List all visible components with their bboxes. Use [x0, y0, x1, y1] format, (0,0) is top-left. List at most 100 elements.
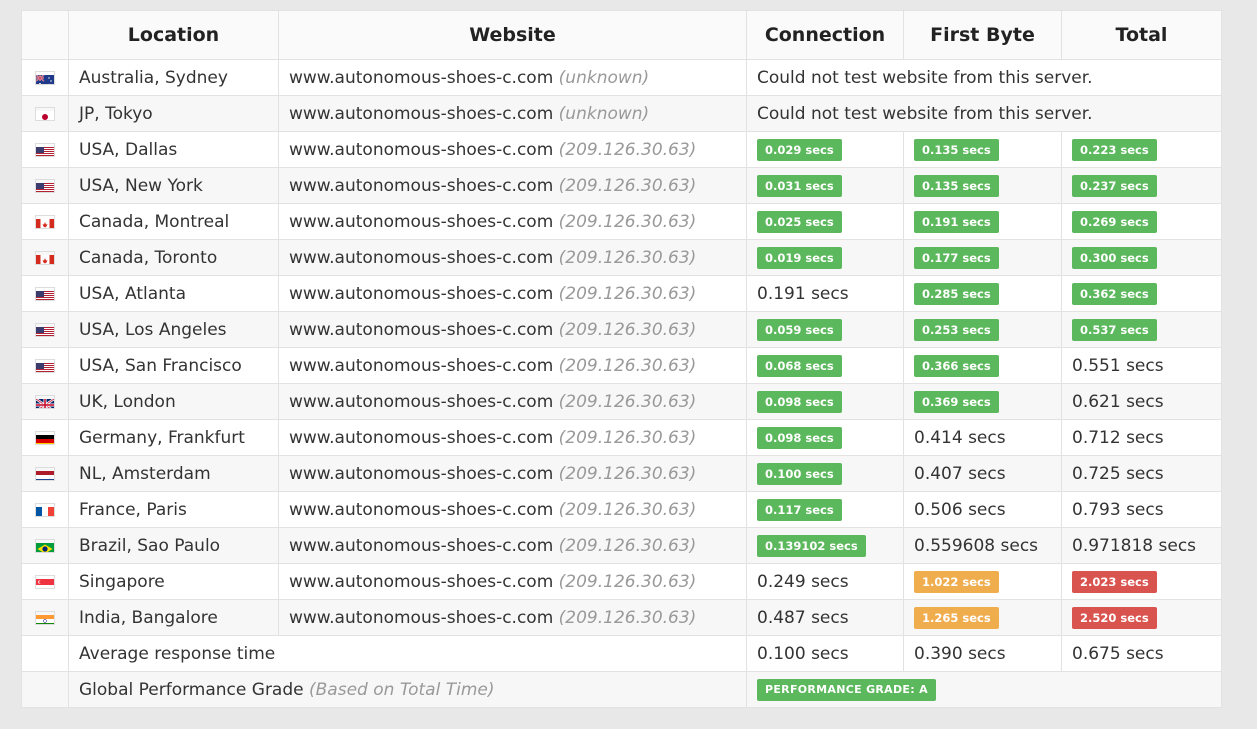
total-badge: 0.300 secs — [1072, 246, 1157, 269]
first-byte-cell: 0.369 secs — [903, 383, 1062, 420]
flag-cell — [21, 455, 69, 492]
flag-cell — [21, 131, 69, 168]
flag-cell — [21, 383, 69, 420]
total-cell: 0.971818 secs — [1061, 527, 1222, 564]
total-badge: 0.269 secs — [1072, 210, 1157, 233]
total-cell: 0.237 secs — [1061, 167, 1222, 204]
flag-cell — [21, 275, 69, 312]
first-byte-cell: 0.285 secs — [903, 275, 1062, 312]
flag-cell — [21, 491, 69, 528]
us-flag-icon — [36, 288, 54, 300]
location-cell: NL, Amsterdam — [68, 455, 279, 492]
us-flag-icon — [36, 180, 54, 192]
total-cell: 0.362 secs — [1061, 275, 1222, 312]
jp-flag-icon — [36, 108, 54, 120]
au-flag-icon — [36, 72, 54, 84]
website-cell: www.autonomous-shoes-c.com (209.126.30.6… — [278, 311, 747, 348]
table-row: USA, Atlanta www.autonomous-shoes-c.com (… — [21, 275, 1222, 312]
first-byte-badge: 1.265 secs — [914, 606, 999, 629]
website-url: www.autonomous-shoes-c.com — [289, 391, 554, 412]
first-byte-cell: 1.265 secs — [903, 599, 1062, 636]
website-url: www.autonomous-shoes-c.com — [289, 247, 554, 268]
location-cell: Australia, Sydney — [68, 59, 279, 96]
website-url: www.autonomous-shoes-c.com — [289, 355, 554, 376]
grade-badge-label: PERFORMANCE GRADE: — [765, 682, 915, 696]
ip-address: (209.126.30.63) — [558, 607, 697, 628]
connection-cell: 0.031 secs — [746, 167, 904, 204]
table-row: Canada, Montreal www.autonomous-shoes-c.c… — [21, 203, 1222, 240]
table-row: France, Paris www.autonomous-shoes-c.com … — [21, 491, 1222, 528]
br-flag-icon — [36, 540, 54, 552]
header-flag — [21, 10, 69, 60]
first-byte-cell: 1.022 secs — [903, 563, 1062, 600]
website-url: www.autonomous-shoes-c.com — [289, 67, 554, 88]
table-row: Brazil, Sao Paulo www.autonomous-shoes-c.… — [21, 527, 1222, 564]
results-body: Australia, Sydney www.autonomous-shoes-c.… — [21, 59, 1222, 636]
first-byte-badge: 0.369 secs — [914, 390, 999, 413]
ip-address: (209.126.30.63) — [558, 391, 697, 412]
connection-badge: 0.098 secs — [757, 426, 842, 449]
header-location: Location — [68, 10, 279, 60]
flag-cell — [21, 599, 69, 636]
connection-cell: 0.068 secs — [746, 347, 904, 384]
total-cell: 0.793 secs — [1061, 491, 1222, 528]
connection-badge: 0.100 secs — [757, 462, 842, 485]
connection-badge: 0.031 secs — [757, 174, 842, 197]
total-badge: 0.237 secs — [1072, 174, 1157, 197]
location-cell: UK, London — [68, 383, 279, 420]
grade-label: Global Performance Grade — [79, 679, 304, 700]
ip-address: (209.126.30.63) — [558, 499, 697, 520]
total-badge: 0.223 secs — [1072, 138, 1157, 161]
total-cell: 0.712 secs — [1061, 419, 1222, 456]
first-byte-badge: 0.253 secs — [914, 318, 999, 341]
ip-address: (209.126.30.63) — [558, 427, 697, 448]
connection-cell: 0.025 secs — [746, 203, 904, 240]
table-row: NL, Amsterdam www.autonomous-shoes-c.com … — [21, 455, 1222, 492]
connection-cell: 0.098 secs — [746, 383, 904, 420]
total-cell: 2.023 secs — [1061, 563, 1222, 600]
average-first-byte: 0.390 secs — [903, 635, 1062, 672]
location-cell: USA, Dallas — [68, 131, 279, 168]
flag-cell — [21, 59, 69, 96]
average-flag-cell — [21, 635, 69, 672]
website-cell: www.autonomous-shoes-c.com (unknown) — [278, 95, 747, 132]
ca-flag-icon — [36, 252, 54, 264]
first-byte-badge: 0.177 secs — [914, 246, 999, 269]
flag-cell — [21, 419, 69, 456]
total-cell: 0.223 secs — [1061, 131, 1222, 168]
average-connection: 0.100 secs — [746, 635, 904, 672]
connection-cell: 0.249 secs — [746, 563, 904, 600]
connection-cell: 0.487 secs — [746, 599, 904, 636]
de-flag-icon — [36, 432, 54, 444]
first-byte-cell: 0.191 secs — [903, 203, 1062, 240]
connection-cell: 0.098 secs — [746, 419, 904, 456]
ip-address: (209.126.30.63) — [558, 355, 697, 376]
website-url: www.autonomous-shoes-c.com — [289, 571, 554, 592]
error-message: Could not test website from this server. — [746, 95, 1222, 132]
website-cell: www.autonomous-shoes-c.com (209.126.30.6… — [278, 383, 747, 420]
total-badge: 2.023 secs — [1072, 570, 1157, 593]
flag-cell — [21, 167, 69, 204]
website-cell: www.autonomous-shoes-c.com (unknown) — [278, 59, 747, 96]
grade-value: A — [919, 682, 928, 696]
first-byte-cell: 0.135 secs — [903, 131, 1062, 168]
table-row: USA, San Francisco www.autonomous-shoes-c… — [21, 347, 1222, 384]
ip-address: (209.126.30.63) — [558, 319, 697, 340]
table-row: India, Bangalore www.autonomous-shoes-c.c… — [21, 599, 1222, 636]
website-cell: www.autonomous-shoes-c.com (209.126.30.6… — [278, 527, 747, 564]
first-byte-badge: 0.366 secs — [914, 354, 999, 377]
flag-cell — [21, 347, 69, 384]
total-cell: 0.725 secs — [1061, 455, 1222, 492]
grade-note: (Based on Total Time) — [309, 679, 495, 700]
table-row: Canada, Toronto www.autonomous-shoes-c.co… — [21, 239, 1222, 276]
location-cell: Canada, Montreal — [68, 203, 279, 240]
total-badge: 0.362 secs — [1072, 282, 1157, 305]
performance-grade-badge: PERFORMANCE GRADE: A — [757, 678, 936, 701]
uk-flag-icon — [36, 396, 54, 408]
table-row: Germany, Frankfurt www.autonomous-shoes-c… — [21, 419, 1222, 456]
website-cell: www.autonomous-shoes-c.com (209.126.30.6… — [278, 491, 747, 528]
website-url: www.autonomous-shoes-c.com — [289, 319, 554, 340]
flag-cell — [21, 239, 69, 276]
connection-badge: 0.068 secs — [757, 354, 842, 377]
location-cell: Canada, Toronto — [68, 239, 279, 276]
